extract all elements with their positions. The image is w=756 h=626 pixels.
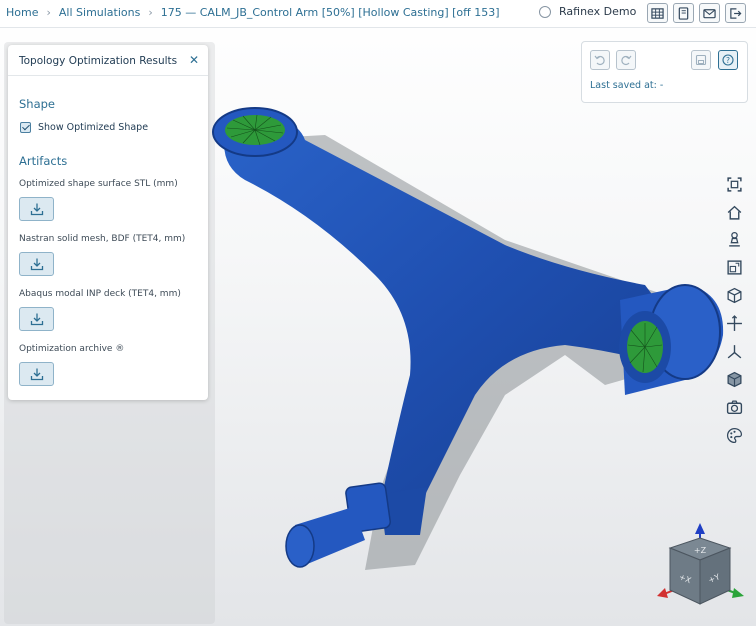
navigation-cube[interactable]: +Z +X +Y	[652, 518, 747, 606]
cube-top-label: +Z	[694, 546, 707, 555]
save-button[interactable]	[691, 50, 711, 70]
download-button[interactable]	[19, 252, 54, 276]
axes-icon	[727, 344, 741, 358]
palette-icon	[726, 427, 742, 443]
table-icon	[651, 7, 664, 19]
solid-view-button[interactable]	[724, 369, 744, 389]
help-button[interactable]: ?	[718, 50, 738, 70]
fit-view-icon	[726, 176, 742, 192]
save-panel: ? Last saved at: -	[581, 41, 748, 103]
show-optimized-label[interactable]: Show Optimized Shape	[38, 122, 148, 133]
svg-text:?: ?	[726, 56, 730, 65]
download-button[interactable]	[19, 307, 54, 331]
axes-button[interactable]	[724, 341, 744, 361]
probe-button[interactable]	[724, 229, 744, 249]
topology-results-panel: Topology Optimization Results ✕ Shape Sh…	[8, 45, 208, 400]
mail-icon	[703, 8, 716, 18]
breadcrumb-all-simulations[interactable]: All Simulations	[59, 6, 140, 19]
close-icon[interactable]: ✕	[189, 53, 199, 67]
download-icon	[30, 258, 43, 271]
notebook-button[interactable]	[673, 3, 694, 23]
cube-view-button[interactable]	[724, 285, 744, 305]
breadcrumb-separator: ›	[148, 6, 153, 19]
artifact-label: Optimized shape surface STL (mm)	[19, 179, 178, 189]
home-view-button[interactable]	[724, 202, 744, 222]
user-name: Rafinex Demo	[559, 5, 637, 18]
pan-icon	[726, 314, 742, 331]
cube-view-icon	[726, 287, 742, 303]
screenshot-button[interactable]	[724, 397, 744, 417]
show-optimized-checkbox[interactable]	[20, 122, 31, 133]
download-icon	[30, 313, 43, 326]
redo-icon	[621, 55, 632, 66]
y-axis-arrow	[732, 588, 744, 598]
undo-button[interactable]	[590, 50, 610, 70]
fit-view-button[interactable]	[724, 174, 744, 194]
artifact-label: Nastran solid mesh, BDF (TET4, mm)	[19, 234, 186, 244]
download-button[interactable]	[19, 197, 54, 221]
divider	[8, 75, 208, 76]
panel-title: Topology Optimization Results	[19, 55, 178, 67]
last-saved-text: Last saved at: -	[590, 80, 664, 91]
logout-icon	[730, 7, 742, 19]
download-icon	[30, 368, 43, 381]
notebook-icon	[678, 6, 689, 20]
probe-icon	[728, 231, 740, 247]
top-bar: Home › All Simulations › 175 — CALM_JB_Contr…	[0, 0, 756, 28]
breadcrumb-home[interactable]: Home	[6, 6, 38, 19]
home-view-icon	[727, 205, 741, 220]
x-axis-arrow	[657, 588, 668, 598]
artifact-label: Abaqus modal INP deck (TET4, mm)	[19, 289, 181, 299]
breadcrumb: Home › All Simulations › 175 — CALM_JB_Contr…	[6, 6, 500, 19]
shape-heading: Shape	[19, 97, 56, 111]
z-axis-arrow	[695, 523, 705, 534]
artifact-label: Optimization archive ®	[19, 344, 125, 354]
solid-view-icon	[726, 371, 742, 387]
download-icon	[30, 203, 43, 216]
mail-button[interactable]	[699, 3, 720, 23]
undo-icon	[594, 55, 605, 66]
help-icon: ?	[722, 54, 734, 66]
zoom-box-button[interactable]	[724, 257, 744, 277]
table-button[interactable]	[647, 3, 668, 23]
control-arm-model[interactable]	[205, 95, 730, 585]
logout-button[interactable]	[725, 3, 746, 23]
redo-button[interactable]	[616, 50, 636, 70]
breadcrumb-separator: ›	[46, 6, 51, 19]
breadcrumb-current: 175 — CALM_JB_Control Arm [50%] [Hollow …	[160, 6, 500, 19]
user-icon	[539, 5, 551, 18]
artifacts-heading: Artifacts	[19, 154, 68, 168]
download-button[interactable]	[19, 362, 54, 386]
camera-icon	[726, 399, 742, 414]
user-menu[interactable]: Rafinex Demo	[539, 5, 636, 18]
save-icon	[695, 54, 707, 66]
color-settings-button[interactable]	[724, 425, 744, 445]
pan-button[interactable]	[724, 313, 744, 333]
zoom-box-icon	[726, 259, 742, 275]
